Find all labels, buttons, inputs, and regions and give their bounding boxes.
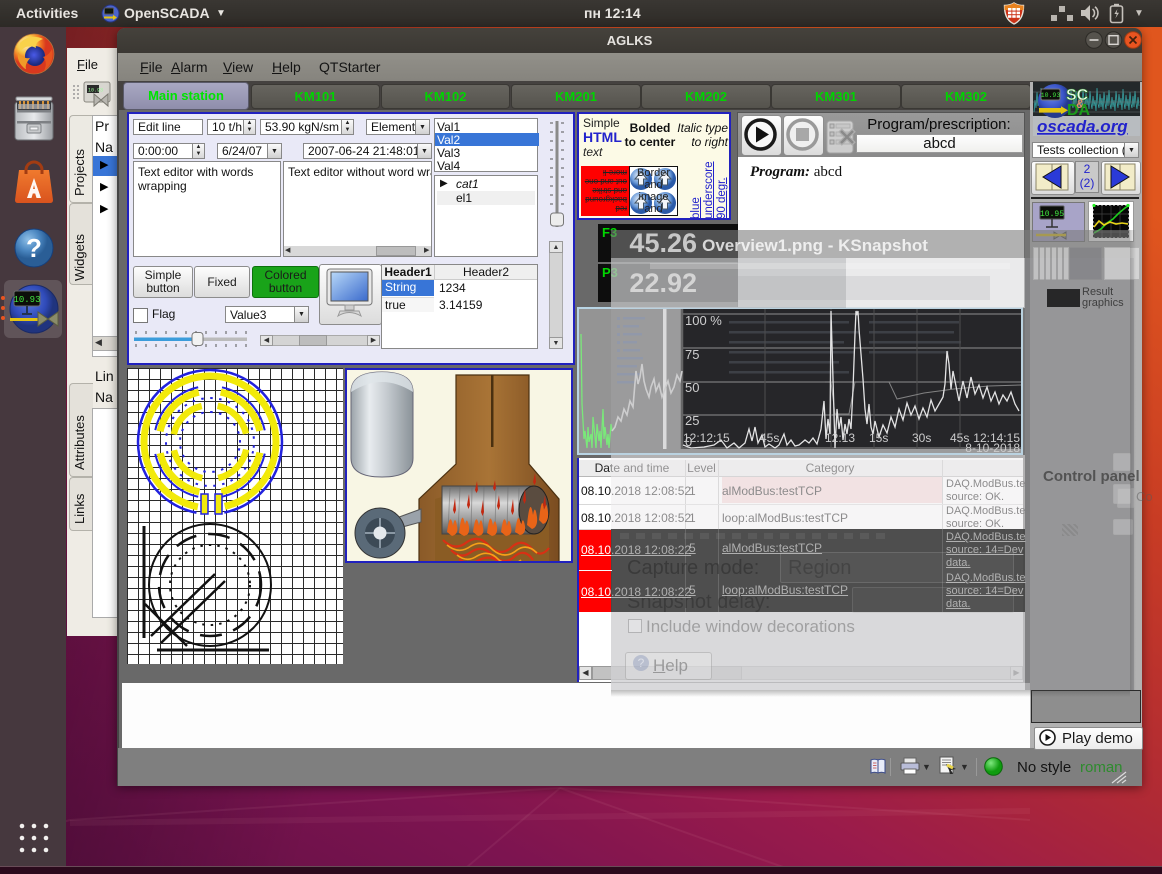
svg-text:10.95: 10.95 xyxy=(1040,210,1064,219)
svg-text:?: ? xyxy=(26,233,42,263)
svg-text:10.93: 10.93 xyxy=(13,295,40,305)
svg-text:10.93: 10.93 xyxy=(1041,92,1061,99)
svg-text:oscada.org: oscada.org xyxy=(1037,117,1128,136)
svg-text:10.93: 10.93 xyxy=(88,88,103,94)
